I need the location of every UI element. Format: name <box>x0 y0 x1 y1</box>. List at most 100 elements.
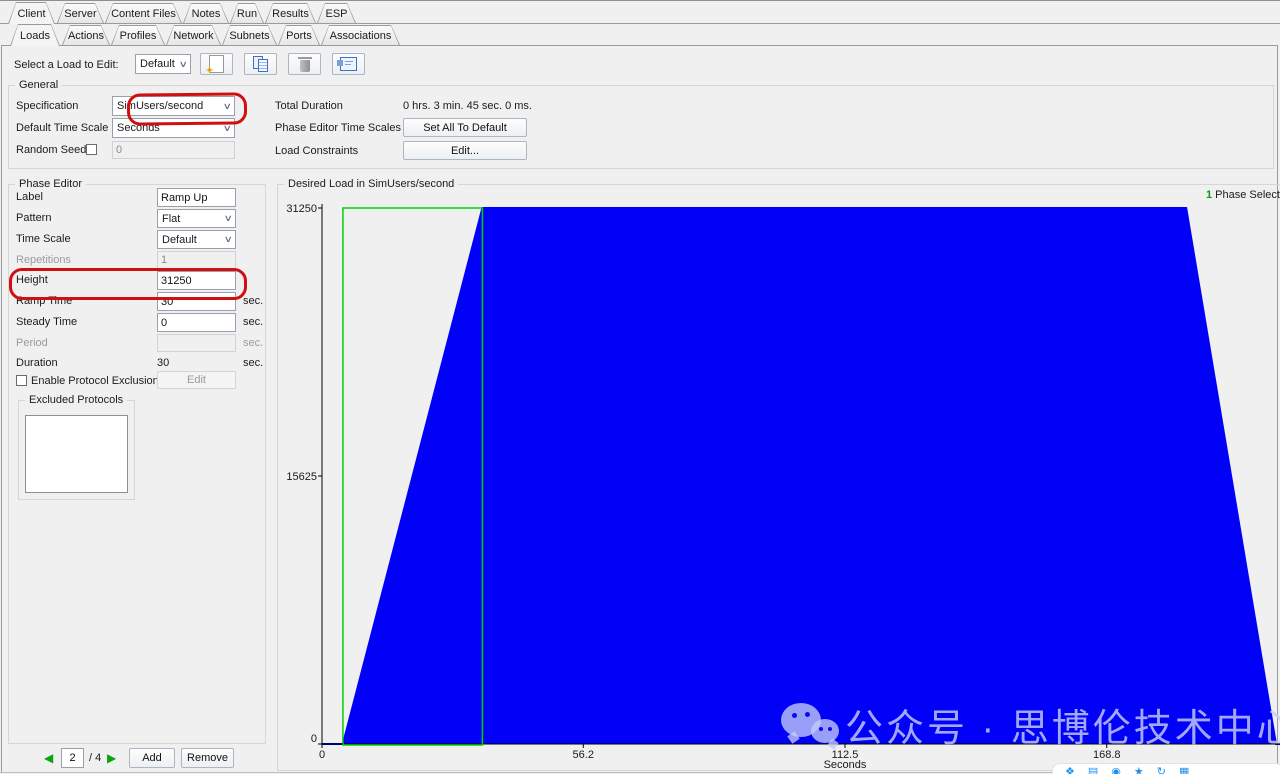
time-scale-select[interactable]: Default ∨ <box>157 230 236 249</box>
tab-profiles-label: Profiles <box>112 26 164 45</box>
x-tick-label: 0 <box>319 749 325 761</box>
load-select[interactable]: Default ∨ <box>135 54 191 74</box>
phase-page-total: / 4 <box>89 752 101 765</box>
star-icon: ✦ <box>205 66 214 76</box>
random-seed-label: Random Seed <box>16 144 86 157</box>
random-seed-input <box>112 141 235 159</box>
enable-protocol-exclusion-checkbox[interactable] <box>16 375 27 386</box>
share-icon[interactable]: ★ <box>1134 767 1144 774</box>
tab-esp-label: ESP <box>318 4 355 23</box>
tab-profiles[interactable]: Profiles <box>111 25 165 45</box>
x-tick-label: 56.2 <box>573 749 594 761</box>
tab-esp[interactable]: ESP <box>317 3 356 23</box>
tab-run[interactable]: Run <box>230 3 264 23</box>
tab-notes-label: Notes <box>184 4 228 23</box>
tab-subnets[interactable]: Subnets <box>222 25 277 45</box>
chevron-down-icon: ∨ <box>223 124 232 133</box>
period-label: Period <box>16 337 48 350</box>
share-toolbar[interactable]: ❖ ▤ ◉ ★ ↻ ▦ <box>1052 763 1280 774</box>
share-icon[interactable]: ↻ <box>1157 767 1166 774</box>
tab-server[interactable]: Server <box>57 3 104 23</box>
load-constraints-edit-button[interactable]: Edit... <box>403 141 527 160</box>
default-time-scale-label: Default Time Scale <box>16 122 108 135</box>
specification-value: SimUsers/second <box>117 100 203 112</box>
tab-ports[interactable]: Ports <box>278 25 320 45</box>
add-phase-button[interactable]: Add <box>129 748 175 768</box>
period-input <box>157 334 236 352</box>
remove-phase-button[interactable]: Remove <box>181 748 234 768</box>
tab-loads-label: Loads <box>11 25 59 46</box>
tab-run-label: Run <box>231 4 263 23</box>
default-time-scale-value: Seconds <box>117 122 160 134</box>
avalanche-window: Client Server Content Files Notes Run Re… <box>0 0 1280 774</box>
tab-associations[interactable]: Associations <box>321 25 400 45</box>
ramp-time-unit: sec. <box>243 295 263 308</box>
x-tick-label: 168.8 <box>1093 749 1121 761</box>
phase-editor-group-title: Phase Editor <box>15 178 86 190</box>
load-select-value: Default <box>140 58 175 70</box>
chevron-down-icon: ∨ <box>223 102 232 111</box>
tab-content-files[interactable]: Content Files <box>105 3 182 23</box>
total-duration-value: 0 hrs. 3 min. 45 sec. 0 ms. <box>403 100 532 113</box>
tab-notes[interactable]: Notes <box>183 3 229 23</box>
protocol-exclusion-edit-button: Edit <box>157 371 236 389</box>
share-icon[interactable]: ▦ <box>1179 767 1189 774</box>
new-document-icon: ✦ <box>209 55 224 73</box>
tab-server-label: Server <box>58 4 103 23</box>
tab-network-label: Network <box>167 26 220 45</box>
steady-time-unit: sec. <box>243 316 263 329</box>
tab-network[interactable]: Network <box>166 25 221 45</box>
enable-protocol-exclusion-label: Enable Protocol Exclusion <box>31 375 159 388</box>
default-time-scale-select[interactable]: Seconds ∨ <box>112 118 235 138</box>
new-load-button[interactable]: ✦ <box>200 53 233 75</box>
delete-load-button[interactable] <box>288 53 321 75</box>
repetitions-input <box>157 251 236 269</box>
excluded-protocols-list[interactable] <box>25 415 128 493</box>
specification-select[interactable]: SimUsers/second ∨ <box>112 96 235 116</box>
pattern-select[interactable]: Flat ∨ <box>157 209 236 228</box>
total-duration-label: Total Duration <box>275 100 343 113</box>
phase-editor-time-scales-label: Phase Editor Time Scales <box>275 122 401 135</box>
chevron-down-icon: ∨ <box>224 214 233 223</box>
phase-label-input[interactable] <box>157 188 236 207</box>
pattern-value: Flat <box>162 213 180 225</box>
next-phase-button[interactable]: ▶ <box>107 751 116 765</box>
duration-label: Duration <box>16 357 58 370</box>
ramp-time-input[interactable] <box>157 292 236 311</box>
period-unit: sec. <box>243 337 263 350</box>
tab-results[interactable]: Results <box>265 3 316 23</box>
specification-label: Specification <box>16 100 78 113</box>
steady-time-label: Steady Time <box>16 316 77 329</box>
share-icon[interactable]: ❖ <box>1065 767 1075 774</box>
rename-icon <box>340 57 357 71</box>
steady-time-input[interactable] <box>157 313 236 332</box>
y-tick-label: 31250 <box>286 203 317 215</box>
pattern-label: Pattern <box>16 212 51 225</box>
height-input[interactable] <box>157 271 236 290</box>
random-seed-checkbox[interactable] <box>86 144 97 155</box>
load-chart[interactable]: 056.2112.5168.801562531250Seconds <box>277 184 1280 774</box>
tab-actions[interactable]: Actions <box>62 25 110 45</box>
tab-client[interactable]: Client <box>8 2 55 24</box>
share-icon[interactable]: ▤ <box>1088 767 1098 774</box>
copy-icon <box>253 56 269 73</box>
rename-load-button[interactable] <box>332 53 365 75</box>
tab-loads[interactable]: Loads <box>10 24 60 46</box>
trash-icon <box>300 60 310 72</box>
phase-page-input[interactable] <box>61 748 84 768</box>
chevron-down-icon: ∨ <box>179 60 188 69</box>
tab-content-files-label: Content Files <box>106 4 181 23</box>
phase-selected-status: 1Phase Selected <box>1206 189 1280 201</box>
phase-label-label: Label <box>16 191 43 204</box>
chevron-down-icon: ∨ <box>224 235 233 244</box>
copy-load-button[interactable] <box>244 53 277 75</box>
tab-results-label: Results <box>266 4 315 23</box>
excluded-protocols-title: Excluded Protocols <box>25 394 127 406</box>
time-scale-label: Time Scale <box>16 233 71 246</box>
set-all-to-default-button[interactable]: Set All To Default <box>403 118 527 137</box>
x-axis-title: Seconds <box>824 759 867 771</box>
prev-phase-button[interactable]: ◀ <box>44 751 53 765</box>
repetitions-label: Repetitions <box>16 254 71 267</box>
share-icon[interactable]: ◉ <box>1111 767 1121 774</box>
phase-selected-count: 1 <box>1206 189 1212 201</box>
